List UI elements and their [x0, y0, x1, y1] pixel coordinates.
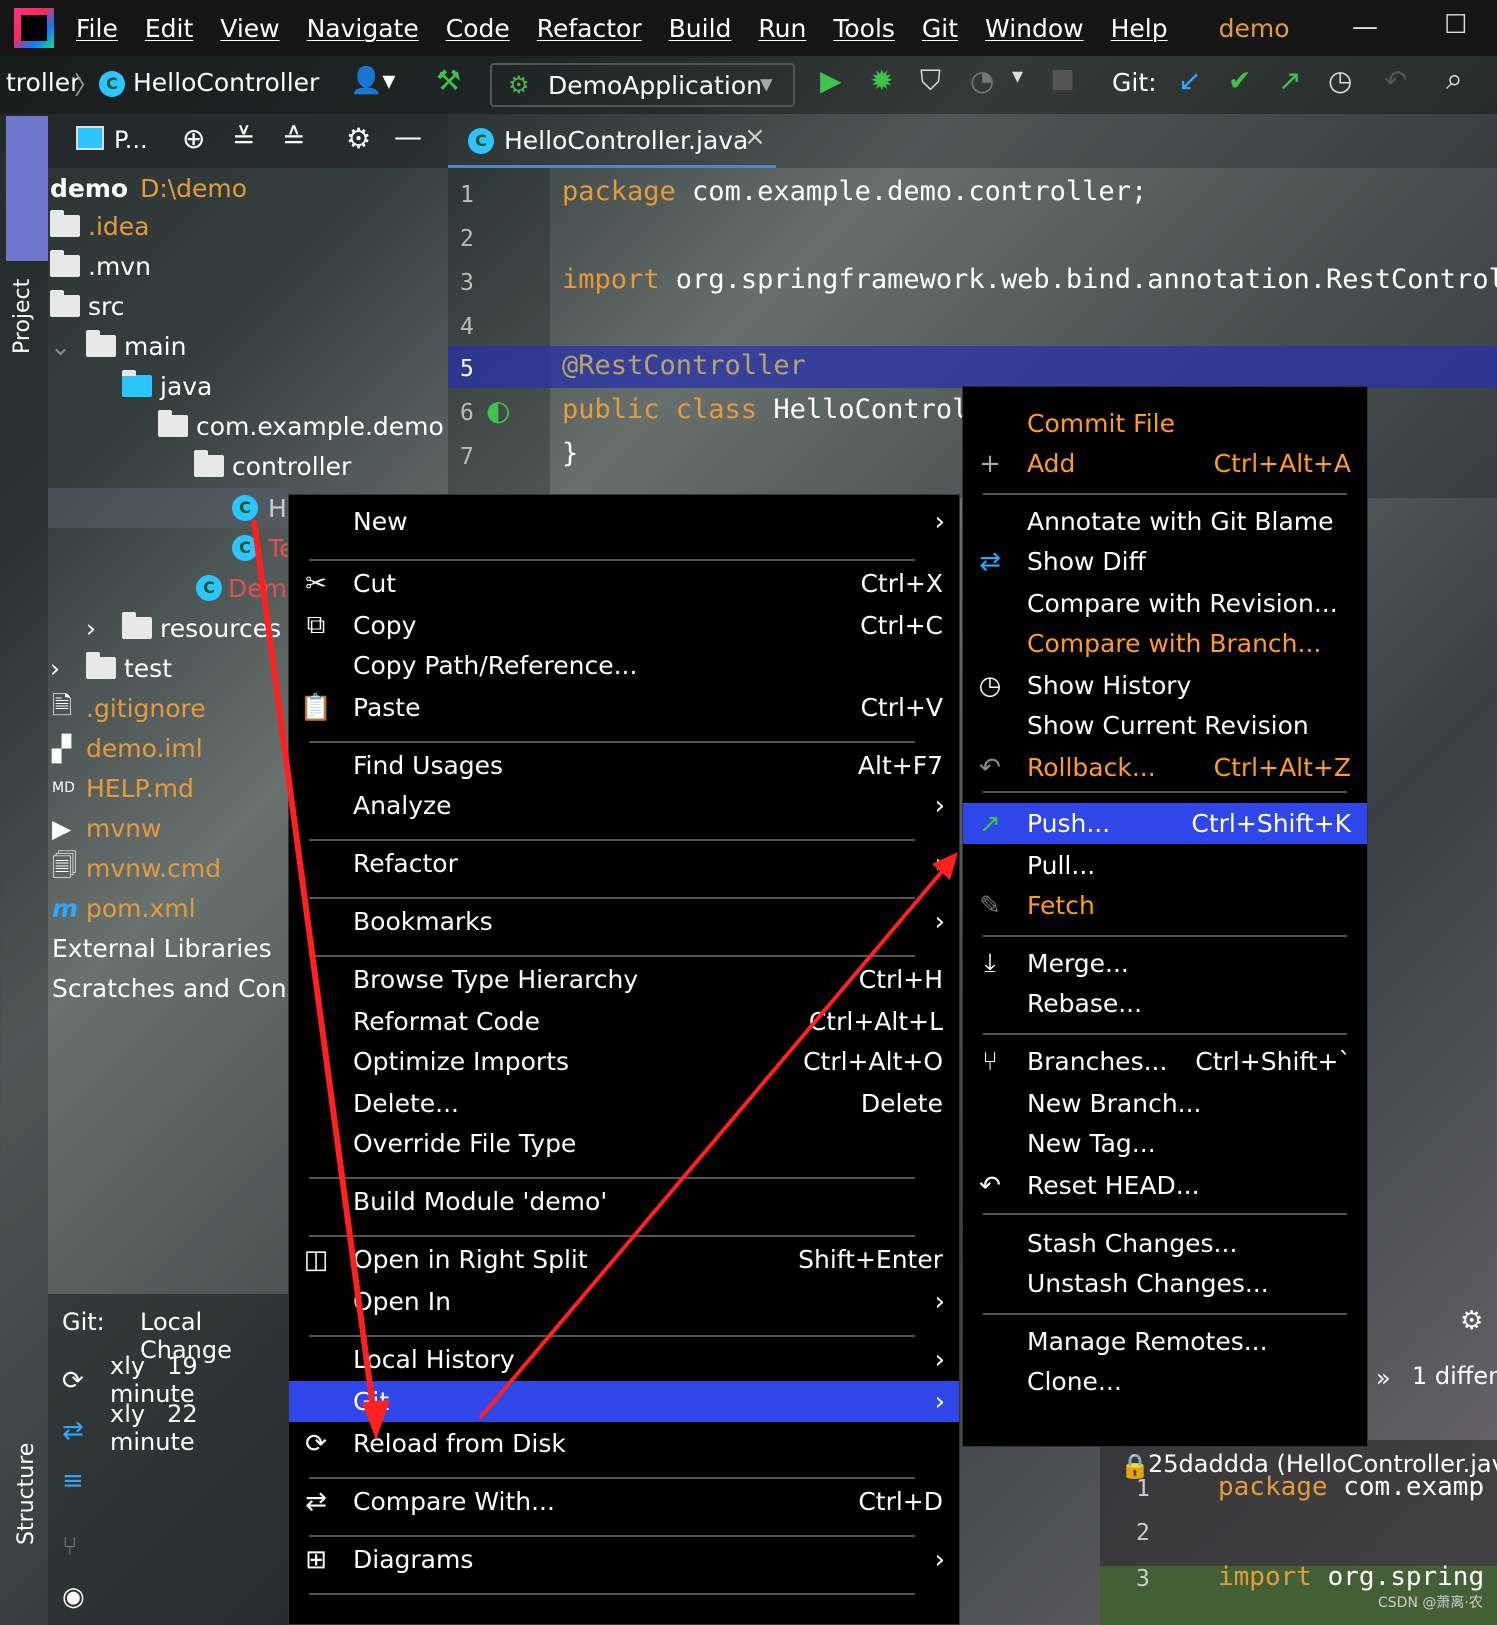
arrowhead — [362, 1400, 390, 1440]
annotation-arrow — [251, 519, 379, 1431]
annotation-arrows — [251, 519, 958, 1440]
annotation-arrow — [478, 860, 952, 1420]
